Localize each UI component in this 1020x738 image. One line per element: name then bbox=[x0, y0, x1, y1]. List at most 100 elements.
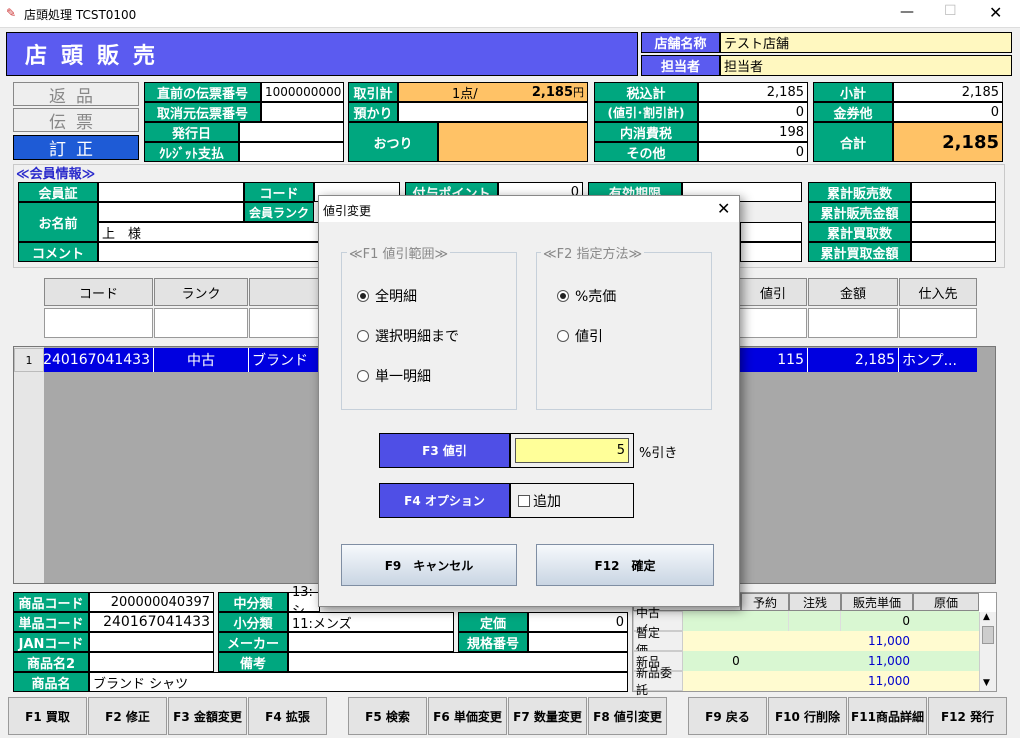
confirm-button[interactable]: F12 確定 bbox=[536, 544, 714, 586]
trade-total-box: 1点/ 2,185円 bbox=[398, 82, 588, 102]
correct-mode-button[interactable]: 訂正 bbox=[13, 135, 139, 160]
f12-issue-button[interactable]: F12 発行 bbox=[928, 697, 1007, 735]
range-option-until-selected[interactable]: 選択明細まで bbox=[357, 326, 459, 346]
cum-sales-count-label: 累計販売数 bbox=[808, 182, 911, 202]
prev-slip-value: 1000000000 bbox=[261, 82, 344, 102]
change-value bbox=[438, 122, 588, 162]
grid-filter-rank[interactable] bbox=[154, 308, 248, 338]
stock-row-a: 0 bbox=[683, 651, 789, 671]
cum-sales-amount-value bbox=[911, 202, 996, 222]
dialog-close-icon[interactable]: ✕ bbox=[717, 199, 730, 218]
grid-header-discount[interactable]: 値引 bbox=[739, 278, 807, 306]
slip-mode-button[interactable]: 伝票 bbox=[13, 108, 139, 133]
f11-item-detail-button[interactable]: F11商品詳細 bbox=[848, 697, 927, 735]
stock-header-reserve: 予約 bbox=[741, 593, 789, 611]
row-discount: 115 bbox=[739, 348, 808, 372]
option-box: 追加 bbox=[510, 483, 634, 518]
scroll-thumb[interactable] bbox=[982, 626, 994, 644]
minimize-icon[interactable]: — bbox=[900, 4, 914, 20]
issue-date-value[interactable] bbox=[239, 122, 344, 142]
list-item[interactable]: 新品 0 11,000 bbox=[633, 651, 979, 671]
return-mode-button[interactable]: 返品 bbox=[13, 82, 139, 107]
list-item[interactable]: 暫定価... 11,000 bbox=[633, 626, 979, 657]
f3-discount-label: F3 値引 bbox=[379, 433, 510, 468]
f9-back-button[interactable]: F9 戻る bbox=[688, 697, 767, 735]
member-comment-label: コメント bbox=[18, 242, 98, 262]
page-title-banner: 店頭販売 bbox=[6, 32, 638, 76]
f3-amount-change-button[interactable]: F3 金額変更 bbox=[168, 697, 247, 735]
range-option-single[interactable]: 単一明細 bbox=[357, 366, 431, 386]
product-name-label: 商品名 bbox=[13, 672, 89, 692]
f2-edit-button[interactable]: F2 修正 bbox=[88, 697, 167, 735]
range-group-title: ≪F1 値引範囲≫ bbox=[347, 243, 451, 262]
jan-code-label: JANコード bbox=[13, 632, 89, 652]
unit-code-value: 240167041433 bbox=[89, 612, 214, 632]
method-option-discount[interactable]: 値引 bbox=[557, 326, 603, 346]
list-item[interactable]: 新品委託 11,000 bbox=[633, 666, 979, 697]
f8-discount-button[interactable]: F8 値引変更 bbox=[588, 697, 667, 735]
member-card-label: 会員証 bbox=[18, 182, 98, 202]
stock-row-price: 11,000 bbox=[841, 671, 913, 691]
grid-header-code[interactable]: コード bbox=[44, 278, 153, 306]
grid-header-amount[interactable]: 金額 bbox=[808, 278, 898, 306]
stock-row-price: 0 bbox=[841, 611, 913, 631]
add-checkbox[interactable] bbox=[518, 494, 530, 507]
small-category-value: 11:メンズ bbox=[288, 612, 454, 632]
stock-row-price: 11,000 bbox=[841, 651, 913, 671]
range-option-all[interactable]: 全明細 bbox=[357, 286, 417, 306]
maker-value bbox=[288, 632, 454, 652]
discount-input-frame: 5 bbox=[510, 433, 634, 468]
cancel-slip-value[interactable] bbox=[261, 102, 344, 122]
f4-extend-button[interactable]: F4 拡張 bbox=[248, 697, 327, 735]
cancel-button[interactable]: F9 キャンセル bbox=[341, 544, 517, 586]
grid-header-supplier[interactable]: 仕入先 bbox=[899, 278, 977, 306]
deposit-value[interactable] bbox=[398, 102, 588, 122]
method-option-percent-label: %売価 bbox=[575, 289, 617, 305]
coupon-value: 0 bbox=[893, 102, 1003, 122]
grid-filter-discount[interactable] bbox=[739, 308, 807, 338]
radio-selected-icon[interactable] bbox=[357, 290, 369, 302]
scroll-up-icon[interactable]: ▲ bbox=[983, 612, 990, 622]
row-rank: 中古 bbox=[154, 348, 249, 372]
small-category-label: 小分類 bbox=[218, 612, 288, 632]
method-option-percent[interactable]: %売価 bbox=[557, 286, 616, 306]
f6-unit-price-button[interactable]: F6 単価変更 bbox=[428, 697, 507, 735]
list-item[interactable]: 中古（... 0 bbox=[633, 606, 979, 637]
note-label: 備考 bbox=[218, 652, 288, 672]
f7-quantity-button[interactable]: F7 数量変更 bbox=[508, 697, 587, 735]
f1-buy-button[interactable]: F1 買取 bbox=[8, 697, 87, 735]
f4-option-label: F4 オプション bbox=[379, 483, 510, 518]
f5-search-button[interactable]: F5 検索 bbox=[348, 697, 427, 735]
row-supplier: ホンプ... bbox=[899, 348, 977, 372]
trade-yen: 円 bbox=[573, 86, 584, 99]
radio-icon[interactable] bbox=[357, 330, 369, 342]
member-card-value[interactable] bbox=[98, 182, 244, 202]
stock-row-b bbox=[789, 651, 841, 671]
stock-row-label: 暫定価... bbox=[633, 626, 683, 657]
stock-row-cost bbox=[913, 651, 979, 671]
maximize-icon[interactable]: ☐ bbox=[944, 3, 957, 19]
stock-scrollbar[interactable]: ▲ ▼ bbox=[979, 612, 996, 691]
scroll-down-icon[interactable]: ▼ bbox=[983, 678, 990, 688]
close-icon[interactable]: ✕ bbox=[989, 3, 1002, 22]
method-group-title: ≪F2 指定方法≫ bbox=[541, 243, 645, 262]
grid-filter-code[interactable] bbox=[44, 308, 153, 338]
row-number: 1 bbox=[14, 348, 44, 372]
member-name-value: 上 様 bbox=[98, 222, 320, 242]
product-code-label: 商品コード bbox=[13, 592, 89, 612]
credit-value[interactable] bbox=[239, 142, 344, 162]
grid-filter-supplier[interactable] bbox=[899, 308, 977, 338]
maker-label: メーカー bbox=[218, 632, 288, 652]
grid-header-rank[interactable]: ランク bbox=[154, 278, 248, 306]
discount-input[interactable]: 5 bbox=[515, 438, 629, 463]
radio-selected-icon[interactable] bbox=[557, 290, 569, 302]
product-name2-value bbox=[89, 652, 214, 672]
other-label: その他 bbox=[594, 142, 698, 162]
radio-icon[interactable] bbox=[357, 370, 369, 382]
f10-delete-row-button[interactable]: F10 行削除 bbox=[768, 697, 847, 735]
member-rank-label: 会員ランク bbox=[244, 202, 314, 222]
range-option-single-label: 単一明細 bbox=[375, 369, 431, 385]
radio-icon[interactable] bbox=[557, 330, 569, 342]
grid-filter-amount[interactable] bbox=[808, 308, 898, 338]
mid-category-value: 13:シ bbox=[288, 585, 320, 619]
